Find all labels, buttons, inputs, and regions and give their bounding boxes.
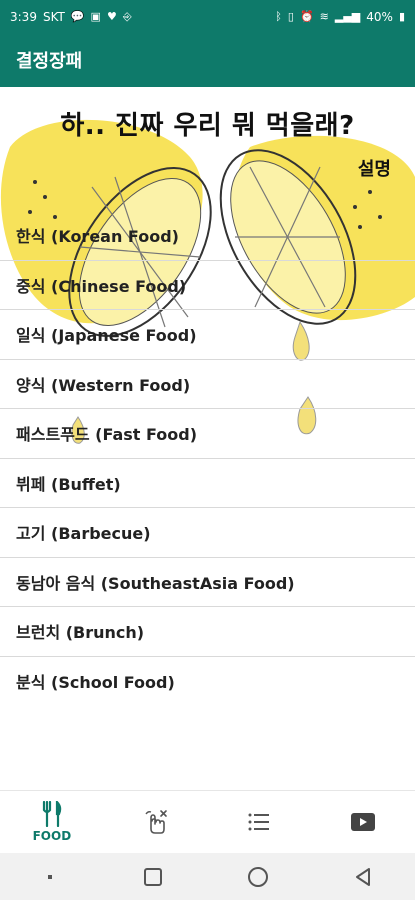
food-category-buffet[interactable]: 뷔페 (Buffet) — [0, 459, 415, 508]
food-category-fast-food[interactable]: 패스트푸드 (Fast Food) — [0, 409, 415, 459]
status-battery: 40% — [366, 9, 393, 24]
app-title: 결정장패 — [16, 51, 83, 72]
heart-icon: ♥ — [106, 10, 117, 23]
gallery-icon: ▣ — [90, 10, 101, 23]
usb-icon: ⎆ — [122, 10, 132, 23]
fork-knife-icon — [42, 801, 62, 827]
page-headline: 하.. 진짜 우리 뭐 먹을래? — [60, 111, 355, 141]
food-category-korean[interactable]: 한식 (Korean Food) — [0, 211, 415, 261]
food-category-list: 한식 (Korean Food) 중식 (Chinese Food) 일식 (J… — [0, 211, 415, 706]
food-category-japanese[interactable]: 일식 (Japanese Food) — [0, 310, 415, 360]
food-category-southeast-asia[interactable]: 동남아 음식 (SoutheastAsia Food) — [0, 558, 415, 607]
vibrate-icon: ▯ — [287, 10, 294, 23]
status-time: 3:39 — [10, 9, 37, 24]
status-carrier: SKT — [42, 9, 65, 24]
app-bar: 결정장패 — [0, 33, 415, 87]
tap-gesture-icon — [145, 810, 167, 834]
signal-icon: ▂▄▆ — [334, 10, 361, 23]
food-category-chinese[interactable]: 중식 (Chinese Food) — [0, 261, 415, 310]
wifi-icon: ≋ — [319, 10, 329, 23]
bottom-navigation: FOOD — [0, 790, 415, 853]
menu-dot-icon[interactable] — [40, 867, 60, 887]
main-content[interactable]: 하.. 진짜 우리 뭐 먹을래? 설명 한식 (Korean Food) 중식 … — [0, 87, 415, 790]
status-bar: 3:39 SKT 💬 ▣ ♥ ⎆ ᛒ ▯ ⏰ ≋ ▂▄▆ 40% ▮ — [0, 0, 415, 33]
food-category-school-food[interactable]: 분식 (School Food) — [0, 657, 415, 707]
food-category-western[interactable]: 양식 (Western Food) — [0, 360, 415, 409]
battery-icon: ▮ — [398, 10, 405, 23]
description-link[interactable]: 설명 — [358, 155, 391, 181]
bluetooth-icon: ᛒ — [275, 10, 282, 23]
list-icon — [248, 813, 270, 831]
nav-list-tab[interactable] — [208, 791, 312, 853]
nav-food-tab[interactable]: FOOD — [0, 791, 104, 853]
food-category-brunch[interactable]: 브런치 (Brunch) — [0, 607, 415, 657]
alarm-icon: ⏰ — [299, 10, 314, 23]
nav-random-tab[interactable] — [104, 791, 208, 853]
home-icon[interactable] — [246, 865, 270, 889]
nav-video-tab[interactable] — [311, 791, 415, 853]
nav-food-label: FOOD — [32, 829, 72, 843]
recent-apps-icon[interactable] — [141, 865, 165, 889]
food-category-barbecue[interactable]: 고기 (Barbecue) — [0, 508, 415, 558]
back-icon[interactable] — [351, 865, 375, 889]
youtube-icon — [351, 813, 376, 831]
system-navigation-bar — [0, 853, 415, 900]
chat-icon: 💬 — [70, 10, 85, 23]
